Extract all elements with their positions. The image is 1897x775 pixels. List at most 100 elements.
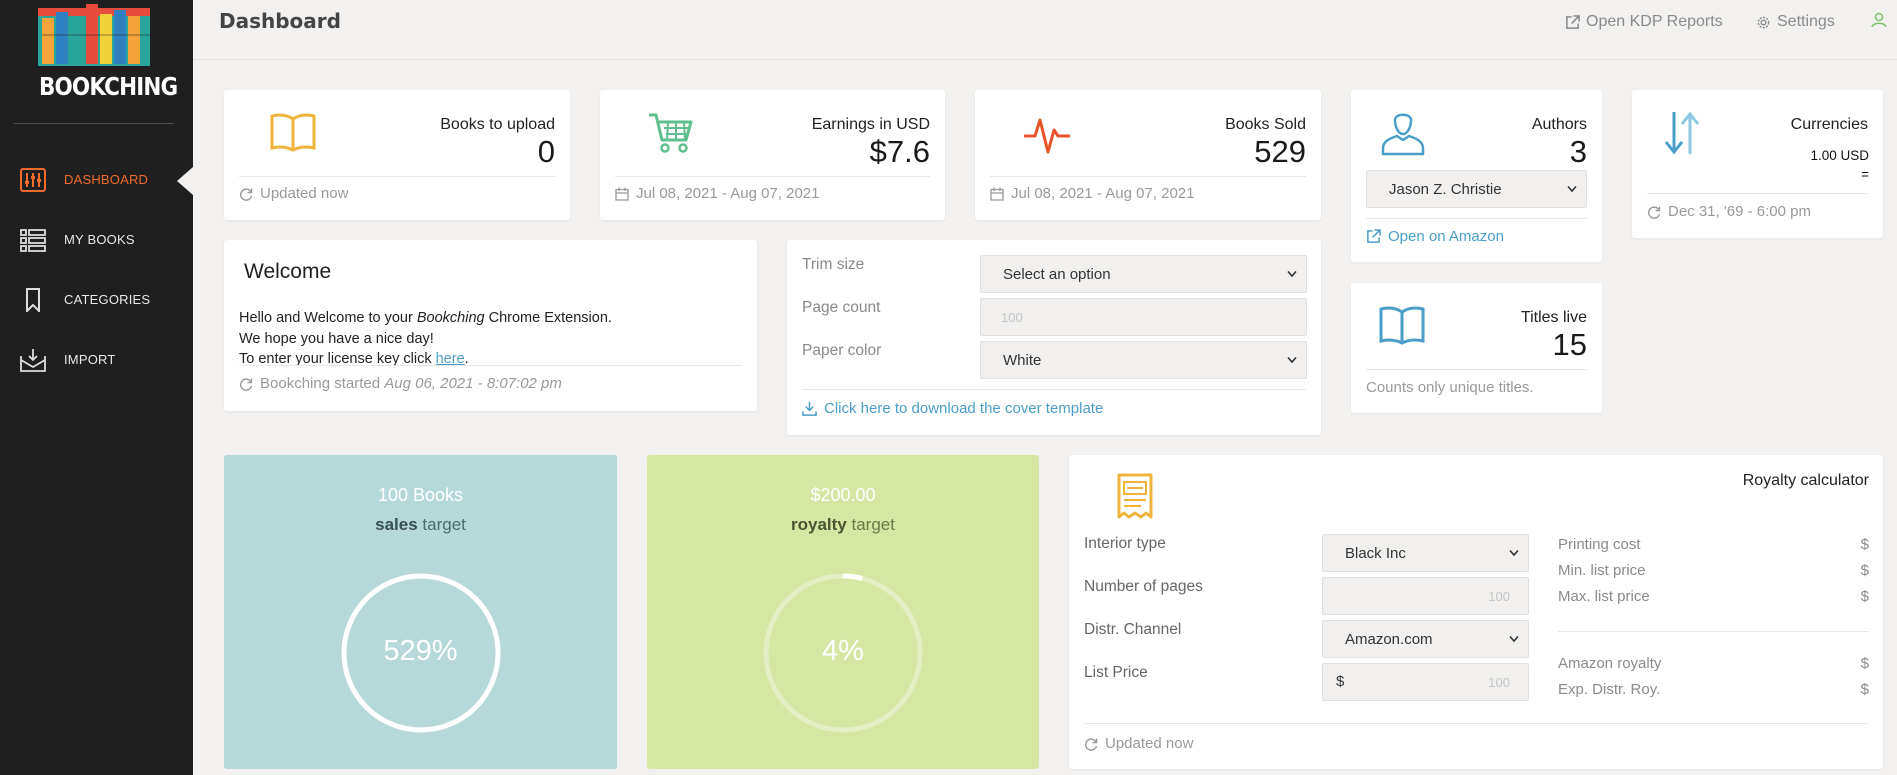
paper-color-select[interactable]: White: [980, 341, 1307, 379]
text: Bookching started: [260, 375, 385, 392]
trim-size-label: Trim size: [802, 256, 865, 273]
bookmark-icon: [26, 288, 40, 312]
open-book-icon: [270, 113, 316, 152]
open-on-amazon-link[interactable]: Open on Amazon: [1366, 228, 1504, 245]
sales-target-percent: 529%: [383, 635, 458, 667]
distribution-channel-select-wrapper: Amazon.com: [1322, 620, 1529, 658]
open-kdp-reports-label: Open KDP Reports: [1586, 13, 1723, 30]
divider: [615, 176, 930, 177]
currency-prefix: $: [1336, 673, 1345, 690]
distribution-channel-label: Distr. Channel: [1084, 621, 1182, 638]
welcome-line-2: We hope you have a nice day!: [239, 330, 434, 347]
distribution-channel-select[interactable]: Amazon.com: [1322, 620, 1529, 658]
card-footer: Jul 08, 2021 - Aug 07, 2021: [990, 185, 1194, 202]
external-link-icon: [1566, 14, 1580, 29]
divider: [1366, 218, 1587, 219]
books-sold-card: Books Sold 529 Jul 08, 2021 - Aug 07, 20…: [975, 90, 1321, 220]
card-footer: Counts only unique titles.: [1366, 379, 1534, 396]
stat-value: 3: [1569, 134, 1587, 169]
paper-color-select-wrapper: White: [980, 341, 1307, 379]
printing-cost-value: $: [1860, 536, 1869, 553]
number-of-pages-label: Number of pages: [1084, 578, 1203, 595]
footer-text: Bookching started Aug 06, 2021 - 8:07:02…: [260, 375, 562, 392]
calculator-title: Royalty calculator: [1742, 472, 1869, 489]
list-price-input[interactable]: [1322, 663, 1529, 701]
welcome-title: Welcome: [244, 260, 332, 283]
stat-value: $7.6: [869, 134, 930, 169]
started-date: Aug 06, 2021 - 8:07:02 pm: [384, 375, 562, 392]
sidebar-item-import[interactable]: IMPORT: [0, 340, 193, 380]
user-icon[interactable]: [1871, 12, 1887, 28]
welcome-line-3: To enter your license key click here.: [239, 349, 612, 370]
sidebar-item-categories[interactable]: CATEGORIES: [0, 280, 193, 320]
sliders-icon: [20, 168, 46, 192]
top-bar: Dashboard Open KDP Reports Settings: [193, 0, 1897, 60]
page-count-input[interactable]: [980, 298, 1307, 336]
authors-card: Authors 3 Jason Z. Christie Open on Amaz…: [1351, 90, 1602, 262]
sidebar: BOOKCHING DASHBOARD MY BOOKS CATEGORIES …: [0, 0, 193, 775]
download-cover-template-link[interactable]: Click here to download the cover templat…: [802, 400, 1103, 417]
refresh-icon: [240, 377, 253, 391]
card-footer: Jul 08, 2021 - Aug 07, 2021: [615, 185, 819, 202]
number-of-pages-input[interactable]: [1322, 577, 1529, 615]
stat-title: Currencies: [1790, 116, 1868, 133]
settings-label: Settings: [1777, 13, 1835, 30]
author-select-wrapper: Jason Z. Christie: [1366, 170, 1587, 208]
welcome-message: Hello and Welcome to your Bookching Chro…: [239, 308, 612, 370]
divider: [802, 389, 1306, 390]
active-indicator: [177, 167, 193, 195]
footer-text: Updated now: [1105, 735, 1194, 752]
amazon-royalty-label: Amazon royalty: [1558, 655, 1662, 672]
list-price-label: List Price: [1084, 664, 1148, 681]
currency-equals: =: [1861, 167, 1869, 182]
sidebar-divider: [14, 123, 174, 124]
text-bold: royalty: [791, 515, 847, 534]
divider: [1647, 193, 1868, 194]
open-on-amazon-label: Open on Amazon: [1388, 228, 1504, 245]
refresh-icon: [1085, 737, 1098, 751]
list-icon: [20, 229, 46, 252]
footer-text: Updated now: [260, 185, 349, 202]
stat-title: Authors: [1531, 116, 1587, 133]
card-footer: Updated now: [239, 185, 348, 202]
page-title: Dashboard: [219, 9, 341, 33]
min-list-price-value: $: [1860, 562, 1869, 579]
welcome-card: Welcome Hello and Welcome to your Bookch…: [224, 240, 757, 411]
open-book-icon: [1379, 306, 1425, 345]
text-bold: sales: [375, 515, 418, 534]
shopping-cart-icon: [649, 113, 693, 153]
receipt-icon: [1117, 473, 1153, 519]
divider: [1084, 723, 1868, 724]
bookching-logo[interactable]: BOOKCHING: [30, 0, 178, 110]
pulse-icon: [1024, 118, 1070, 154]
paper-color-label: Paper color: [802, 342, 882, 359]
text: Chrome Extension.: [484, 310, 612, 326]
text: target: [846, 515, 895, 534]
sales-target-card[interactable]: 100 Books sales target 529%: [224, 455, 617, 769]
page-count-label: Page count: [802, 299, 881, 316]
expanded-distribution-royalty-value: $: [1860, 681, 1869, 698]
interior-type-select[interactable]: Black Inc: [1322, 534, 1529, 572]
royalty-target-percent: 4%: [822, 635, 864, 667]
divider: [1366, 369, 1587, 370]
divider: [1558, 631, 1869, 632]
sidebar-item-label: MY BOOKS: [64, 232, 135, 247]
settings-link[interactable]: Settings: [1756, 13, 1835, 31]
royalty-target-card[interactable]: $200.00 royalty target 4%: [647, 455, 1039, 769]
currencies-card: Currencies 1.00 USD = Dec 31, '69 - 6:00…: [1632, 90, 1883, 238]
footer-text: Dec 31, '69 - 6:00 pm: [1668, 203, 1811, 220]
card-footer: Updated now: [1084, 735, 1193, 752]
text: Hello and Welcome to your: [239, 310, 417, 326]
author-select[interactable]: Jason Z. Christie: [1366, 170, 1587, 208]
sidebar-item-label: DASHBOARD: [64, 172, 149, 187]
open-kdp-reports-link[interactable]: Open KDP Reports: [1565, 13, 1723, 31]
trim-size-select[interactable]: Select an option: [980, 255, 1307, 293]
titles-live-card: Titles live 15 Counts only unique titles…: [1351, 283, 1602, 413]
sidebar-item-dashboard[interactable]: DASHBOARD: [0, 160, 193, 200]
inbox-icon: [20, 349, 46, 372]
sidebar-item-label: CATEGORIES: [64, 292, 151, 307]
printing-cost-label: Printing cost: [1558, 536, 1641, 553]
sidebar-item-my-books[interactable]: MY BOOKS: [0, 220, 193, 260]
footer-text: Jul 08, 2021 - Aug 07, 2021: [636, 185, 820, 202]
download-cover-template-label: Click here to download the cover templat…: [824, 400, 1104, 417]
